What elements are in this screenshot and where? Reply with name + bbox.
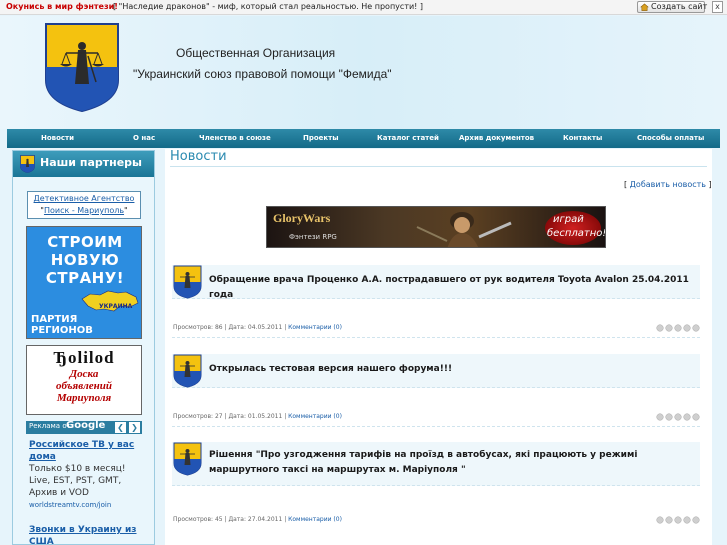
nav-item-about[interactable]: О нас [133, 129, 155, 148]
classifieds-line: объявлений [56, 380, 112, 392]
add-news-bracket-open: [ [624, 180, 628, 189]
rating-stars[interactable] [656, 413, 700, 421]
views-label: Просмотров: [173, 324, 214, 331]
org-title-line1: Общественная Организация [176, 46, 336, 60]
game-name: GloryWars [273, 211, 331, 225]
play-free-line1: играй [553, 214, 584, 225]
party-name-line1: ПАРТИЯ [31, 314, 78, 325]
nav-item-payment[interactable]: Способы оплаты [637, 129, 704, 148]
party-name: ПАРТИЯ РЕГИОНОВ [31, 314, 93, 336]
google-ads-header: Реклама от Google ❮ ❯ [26, 420, 142, 434]
glorywars-ad-banner[interactable]: GloryWars Фэнтези RPG играй бесплатно! [266, 206, 606, 248]
classifieds-line: Мариуполя [56, 392, 112, 404]
create-site-label: Создать сайт [651, 2, 708, 11]
ads-label: Реклама от [29, 422, 71, 430]
close-promo-button[interactable]: x [712, 1, 723, 13]
map-country-label: УКРАИНА [99, 303, 133, 310]
themis-emblem-logo[interactable] [44, 22, 120, 113]
post-date: 27.04.2011 [247, 516, 283, 523]
title-divider [170, 166, 707, 167]
ads-next-arrow-icon[interactable]: ❯ [129, 422, 140, 433]
party-name-line2: РЕГИОНОВ [31, 325, 93, 336]
ad-item[interactable]: Российское ТВ у вас дома Только $10 в ме… [29, 439, 141, 511]
themis-emblem-icon [173, 442, 202, 476]
post-date: 01.05.2011 [247, 413, 283, 420]
add-news-link[interactable]: Добавить новость [630, 180, 706, 189]
party-slogan-line: СТРОИМ [47, 233, 123, 251]
news-post-title[interactable]: Обращение врача Проценко А.А. пострадавш… [209, 273, 699, 303]
nav-item-news[interactable]: Новости [41, 129, 74, 148]
post-divider [172, 337, 700, 338]
sidebar-title: Наши партнеры [40, 156, 143, 169]
detective-agency-line2[interactable]: Поиск - Мариуполь [44, 206, 124, 215]
nav-item-articles[interactable]: Каталог статей [377, 129, 439, 148]
ad-title[interactable]: Звонки в Украину из США [29, 524, 141, 544]
detective-agency-link[interactable]: Детективное Агентство "Поиск - Мариуполь… [27, 191, 141, 219]
ad-description: Только $10 в месяц! Live, EST, PST, GMT,… [29, 464, 126, 498]
news-post-meta: Просмотров: 27 | Дата: 01.05.2011 | Комм… [173, 413, 342, 420]
views-label: Просмотров: [173, 413, 214, 420]
google-logo[interactable]: Google [66, 420, 105, 431]
detective-agency-line1[interactable]: Детективное Агентство [34, 194, 135, 203]
rating-stars[interactable] [656, 324, 700, 332]
promo-link[interactable]: Окунись в мир фэнтези! [6, 0, 118, 14]
ad-item[interactable]: Звонки в Украину из США [29, 524, 141, 544]
themis-emblem-icon [173, 265, 202, 299]
post-date: 04.05.2011 [247, 324, 283, 331]
party-of-regions-banner[interactable]: СТРОИМ НОВУЮ СТРАНУ! УКРАИНА ПАРТИЯ РЕГИ… [26, 226, 142, 339]
create-site-button[interactable]: Создать сайт [637, 1, 708, 13]
main-content: Новости [ Добавить новость ] GloryWars Ф… [165, 149, 712, 545]
promo-text[interactable]: [ "Наследие драконов" - миф, который ста… [113, 0, 423, 14]
page-title: Новости [170, 149, 227, 164]
party-slogan: СТРОИМ НОВУЮ СТРАНУ! [27, 233, 141, 287]
sidebar-header: Наши партнеры [13, 151, 154, 177]
pirate-character-image [416, 212, 512, 247]
comments-link[interactable]: Комментарии (0) [288, 516, 342, 523]
themis-emblem-icon [173, 354, 202, 388]
party-slogan-line: НОВУЮ [50, 251, 120, 269]
sidebar: Наши партнеры Детективное Агентство "Пои… [12, 150, 155, 545]
nav-item-contacts[interactable]: Контакты [563, 129, 602, 148]
news-post-title[interactable]: Открылась тестовая версия нашего форума!… [209, 362, 699, 377]
nav-item-projects[interactable]: Проекты [303, 129, 339, 148]
ads-prev-arrow-icon[interactable]: ❮ [115, 422, 126, 433]
classifieds-line: Доска [69, 368, 99, 380]
partners-list: Детективное Агентство "Поиск - Мариуполь… [13, 177, 154, 544]
themis-emblem-icon [20, 155, 35, 173]
views-count: 86 [214, 324, 223, 331]
post-divider [172, 426, 700, 427]
date-label: Дата: [228, 413, 246, 420]
news-post-title[interactable]: Рішення "Про узгодження тарифів на проїз… [209, 448, 699, 478]
add-news-bracket-close: ] [708, 180, 712, 189]
promo-bar: Окунись в мир фэнтези! [ "Наследие драко… [0, 0, 727, 15]
views-count: 45 [214, 516, 223, 523]
classifieds-board-banner[interactable]: Ђolilod Доска объявлений Мариуполя [26, 345, 142, 415]
rating-stars[interactable] [656, 516, 700, 524]
site-header: Общественная Организация "Украинский сою… [0, 16, 727, 129]
nav-item-membership[interactable]: Членство в союзе [199, 129, 271, 148]
org-title-line2: "Украинский союз правовой помощи "Фемида… [133, 67, 392, 81]
comments-link[interactable]: Комментарии (0) [288, 324, 342, 331]
play-free-line2: бесплатно! [547, 228, 606, 239]
add-news: [ Добавить новость ] [624, 180, 712, 189]
home-icon [640, 3, 649, 11]
detective-quote-close: " [124, 206, 128, 215]
news-post-meta: Просмотров: 45 | Дата: 27.04.2011 | Комм… [173, 516, 342, 523]
ad-title[interactable]: Российское ТВ у вас дома [29, 439, 141, 463]
date-label: Дата: [228, 516, 246, 523]
views-count: 27 [214, 413, 223, 420]
date-label: Дата: [228, 324, 246, 331]
nav-item-documents[interactable]: Архив документов [459, 129, 534, 148]
classifieds-brand: Ђolilod [53, 348, 115, 367]
main-nav: Новости О нас Членство в союзе Проекты К… [7, 129, 720, 148]
news-post-meta: Просмотров: 86 | Дата: 04.05.2011 | Комм… [173, 324, 342, 331]
ad-url[interactable]: worldstreamtv.com/join [29, 499, 141, 511]
comments-link[interactable]: Комментарии (0) [288, 413, 342, 420]
game-subtitle: Фэнтези RPG [289, 233, 337, 241]
views-label: Просмотров: [173, 516, 214, 523]
party-slogan-line: СТРАНУ! [45, 269, 125, 287]
